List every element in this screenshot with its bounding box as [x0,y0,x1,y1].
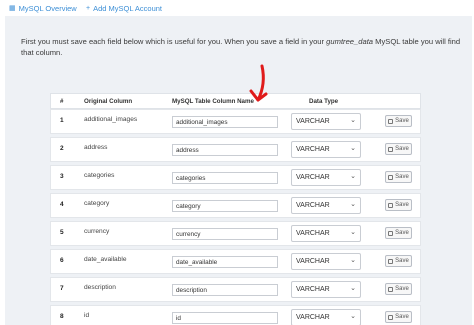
save-button[interactable]: Save [385,227,412,239]
save-button[interactable]: Save [385,199,412,211]
header-mysql-column: MySQL Table Column Name [172,98,254,105]
table-header: # Original Column MySQL Table Column Nam… [50,93,421,109]
save-label: Save [395,202,409,208]
data-type-select[interactable]: VARCHAR ⌄ [291,113,361,130]
original-column-name: address [84,144,108,151]
floppy-icon [388,230,394,236]
data-type-select[interactable]: VARCHAR ⌄ [291,169,361,186]
header-num: # [60,98,64,105]
table-name: gumtree_data [326,37,374,46]
mysql-overview-link[interactable]: ▦ MySQL Overview [9,4,77,13]
mysql-column-input[interactable]: date_available [172,256,278,268]
data-type-value: VARCHAR [296,286,330,293]
dashboard-icon: ▦ [9,5,16,12]
floppy-icon [388,314,394,320]
row-number: 6 [60,257,64,264]
data-type-value: VARCHAR [296,230,330,237]
save-label: Save [395,174,409,180]
floppy-icon [388,118,394,124]
data-type-value: VARCHAR [296,146,330,153]
mysql-column-input[interactable]: categories [172,172,278,184]
row-number: 5 [60,229,64,236]
original-column-name: categories [84,172,115,179]
original-column-name: currency [84,228,110,235]
row-number: 2 [60,145,64,152]
row-number: 1 [60,117,64,124]
chevron-down-icon: ⌄ [350,173,356,180]
intro-text: First you must save each field below whi… [21,37,461,57]
plus-icon: + [86,5,91,12]
mysql-column-input[interactable]: id [172,312,278,324]
data-type-select[interactable]: VARCHAR ⌄ [291,281,361,298]
original-column-name: date_available [84,256,127,263]
add-mysql-account-label: Add MySQL Account [93,4,163,13]
save-button[interactable]: Save [385,143,412,155]
chevron-down-icon: ⌄ [350,257,356,264]
original-column-name: additional_images [84,116,138,123]
original-column-name: id [84,312,90,319]
floppy-icon [388,174,394,180]
data-type-value: VARCHAR [296,118,330,125]
top-nav: ▦ MySQL Overview + Add MySQL Account [0,0,474,16]
floppy-icon [388,286,394,292]
chevron-down-icon: ⌄ [350,145,356,152]
save-button[interactable]: Save [385,283,412,295]
original-column-name: category [84,200,110,207]
table-row: 6 date_available date_available VARCHAR ⌄ Sav… [50,249,421,274]
table-row: 4 category category VARCHAR ⌄ Save [50,193,421,218]
chevron-down-icon: ⌄ [350,201,356,208]
chevron-down-icon: ⌄ [350,117,356,124]
chevron-down-icon: ⌄ [350,285,356,292]
mysql-overview-label: MySQL Overview [18,4,77,13]
mysql-column-input[interactable]: currency [172,228,278,240]
table-row: 8 id id VARCHAR ⌄ Save [50,305,421,325]
mysql-column-input[interactable]: address [172,144,278,156]
chevron-down-icon: ⌄ [350,313,356,320]
floppy-icon [388,258,394,264]
table-row: 1 additional_images additional_images VARCH… [50,109,421,134]
table-row: 2 address address VARCHAR ⌄ Save [50,137,421,162]
mysql-column-input[interactable]: additional_images [172,116,278,128]
data-type-select[interactable]: VARCHAR ⌄ [291,141,361,158]
data-type-value: VARCHAR [296,202,330,209]
save-label: Save [395,146,409,152]
data-type-select[interactable]: VARCHAR ⌄ [291,197,361,214]
save-button[interactable]: Save [385,115,412,127]
data-type-select[interactable]: VARCHAR ⌄ [291,309,361,325]
header-original-column: Original Column [84,98,133,105]
column-mapping-table: # Original Column MySQL Table Column Nam… [50,93,421,325]
header-data-type: Data Type [309,98,339,105]
data-type-value: VARCHAR [296,314,330,321]
row-number: 7 [60,285,64,292]
mysql-column-input[interactable]: category [172,200,278,212]
table-row: 3 categories categories VARCHAR ⌄ Save [50,165,421,190]
row-number: 4 [60,201,64,208]
add-mysql-account-link[interactable]: + Add MySQL Account [86,4,162,13]
table-row: 5 currency currency VARCHAR ⌄ Save [50,221,421,246]
data-type-select[interactable]: VARCHAR ⌄ [291,253,361,270]
save-label: Save [395,314,409,320]
data-type-value: VARCHAR [296,174,330,181]
data-type-value: VARCHAR [296,258,330,265]
table-row: 7 description description VARCHAR ⌄ Save [50,277,421,302]
content-panel: First you must save each field below whi… [5,16,472,325]
save-button[interactable]: Save [385,311,412,323]
floppy-icon [388,146,394,152]
data-type-select[interactable]: VARCHAR ⌄ [291,225,361,242]
save-button[interactable]: Save [385,171,412,183]
save-label: Save [395,286,409,292]
floppy-icon [388,202,394,208]
row-number: 3 [60,173,64,180]
original-column-name: description [84,284,116,291]
mysql-column-input[interactable]: description [172,284,278,296]
row-number: 8 [60,313,64,320]
save-button[interactable]: Save [385,255,412,267]
save-label: Save [395,118,409,124]
save-label: Save [395,258,409,264]
save-label: Save [395,230,409,236]
chevron-down-icon: ⌄ [350,229,356,236]
